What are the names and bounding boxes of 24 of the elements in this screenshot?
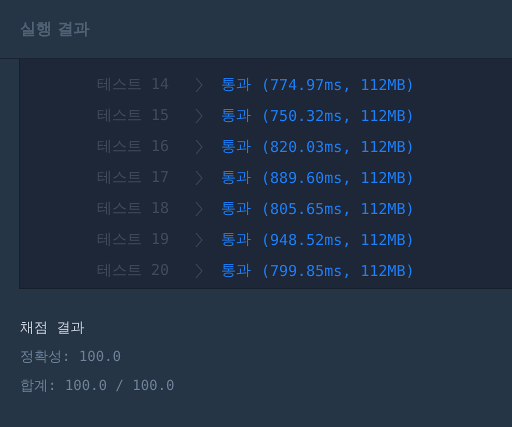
result-text: (889.60ms, 112MB)	[261, 168, 415, 186]
chevron-icon	[195, 76, 203, 92]
chevron-icon	[195, 170, 203, 186]
status-text: 통과	[221, 168, 251, 187]
chevron-icon	[195, 232, 203, 248]
chevron-icon	[195, 262, 203, 278]
chevron-icon	[195, 108, 203, 124]
result-text: (805.65ms, 112MB)	[261, 200, 415, 218]
result-text: (774.97ms, 112MB)	[261, 76, 415, 94]
status-text: 통과	[221, 137, 251, 156]
chevron-icon	[195, 200, 203, 216]
grading-line: 합계: 100.0 / 100.0	[20, 377, 174, 395]
chevron-icon	[195, 138, 203, 154]
status-text: 통과	[221, 199, 251, 218]
result-text: (750.32ms, 112MB)	[261, 106, 415, 124]
result-text: (948.52ms, 112MB)	[261, 230, 415, 248]
status-text: 통과	[221, 230, 251, 249]
result-text: (820.03ms, 112MB)	[261, 138, 415, 156]
status-text: 통과	[221, 261, 251, 280]
grading-title: 채점 결과	[20, 319, 84, 337]
result-text: (799.85ms, 112MB)	[261, 262, 415, 280]
status-text: 통과	[221, 75, 251, 94]
grading-line: 정확성: 100.0	[20, 348, 122, 366]
status-text: 통과	[221, 106, 251, 125]
